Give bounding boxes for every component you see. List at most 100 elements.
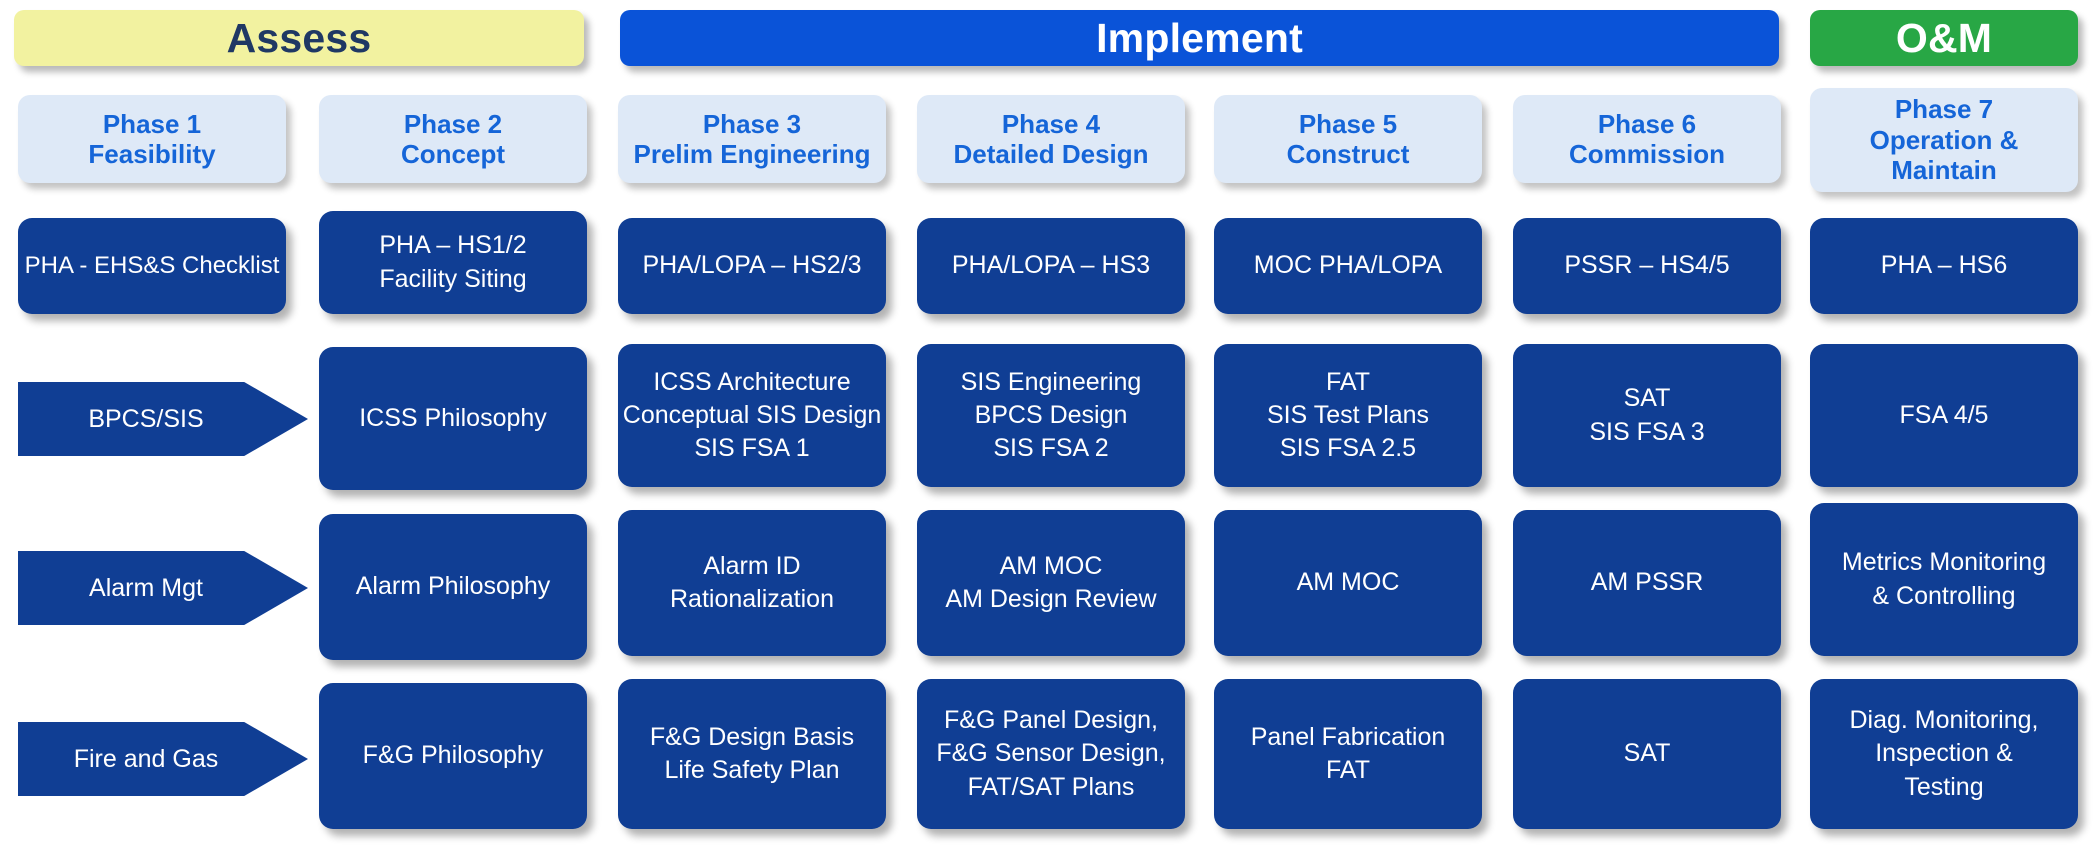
phase-5-number: Phase 5	[1298, 108, 1398, 139]
cell-r3-c6[interactable]: AM PSSR	[1513, 510, 1781, 656]
cell-r2-c3[interactable]: ICSS Architecture Conceptual SIS Design …	[618, 344, 886, 487]
cell-r1-c6[interactable]: PSSR – HS4/5	[1513, 218, 1781, 314]
cell-r2-c6[interactable]: SAT SIS FSA 3	[1513, 344, 1781, 487]
cell-r4-c4-line-1: F&G Panel Design,	[944, 706, 1158, 735]
banner-implement-label: Implement	[1096, 14, 1303, 61]
track-chevron-alarm-mgt-label: Alarm Mgt	[89, 573, 203, 602]
banner-assess[interactable]: Assess	[14, 10, 584, 66]
cell-r4-c7[interactable]: Diag. Monitoring, Inspection & Testing	[1810, 679, 2078, 829]
cell-r4-c4[interactable]: F&G Panel Design, F&G Sensor Design, FAT…	[917, 679, 1185, 829]
cell-r3-c4-line-1: AM MOC	[999, 551, 1103, 580]
track-chevron-fire-and-gas-label: Fire and Gas	[73, 744, 219, 773]
cell-r2-c3-line-3: SIS FSA 1	[694, 434, 810, 463]
cell-r4-c3-line-1: F&G Design Basis	[649, 722, 855, 751]
cell-r4-c7-line-2: Inspection &	[1875, 739, 2013, 768]
cell-r4-c6-line-1: SAT	[1623, 739, 1671, 768]
cell-r1-c4-line-1: PHA/LOPA – HS3	[951, 251, 1151, 280]
cell-r2-c5-line-3: SIS FSA 2.5	[1279, 434, 1417, 463]
cell-r2-c7[interactable]: FSA 4/5	[1810, 344, 2078, 487]
phase-3-name: Prelim Engineering	[633, 139, 871, 169]
cell-r1-c7[interactable]: PHA – HS6	[1810, 218, 2078, 314]
phase-header-7[interactable]: Phase 7 Operation & Maintain	[1810, 88, 2078, 192]
banner-assess-label: Assess	[226, 14, 372, 61]
phase-header-1[interactable]: Phase 1 Feasibility	[18, 95, 286, 183]
cell-r1-c5[interactable]: MOC PHA/LOPA	[1214, 218, 1482, 314]
cell-r4-c7-line-3: Testing	[1904, 772, 1984, 801]
cell-r2-c3-line-2: Conceptual SIS Design	[622, 400, 882, 429]
phase-6-number: Phase 6	[1597, 108, 1697, 139]
cell-r3-c3[interactable]: Alarm ID Rationalization	[618, 510, 886, 656]
phase-header-4[interactable]: Phase 4 Detailed Design	[917, 95, 1185, 183]
cell-r4-c5-line-2: FAT	[1326, 756, 1370, 784]
track-chevron-bpcs-sis-label: BPCS/SIS	[88, 404, 204, 433]
cell-r2-c3-line-1: ICSS Architecture	[653, 367, 851, 396]
cell-r2-c5-line-1: FAT	[1326, 367, 1370, 396]
phase-header-2[interactable]: Phase 2 Concept	[319, 95, 587, 183]
cell-r3-c3-line-2: Rationalization	[670, 585, 834, 613]
track-chevron-alarm-mgt[interactable]: Alarm Mgt	[18, 551, 308, 625]
cell-r3-c2-line-1: Alarm Philosophy	[355, 572, 551, 601]
phase-1-name: Feasibility	[88, 139, 216, 169]
cell-r3-c4-line-2: AM Design Review	[945, 585, 1157, 613]
cell-r1-c7-line-1: PHA – HS6	[1880, 251, 2008, 280]
track-chevron-fire-and-gas[interactable]: Fire and Gas	[18, 722, 308, 796]
cell-r2-c4-line-1: SIS Engineering	[960, 367, 1142, 396]
cell-r1-c6-line-1: PSSR – HS4/5	[1564, 251, 1730, 280]
banner-implement[interactable]: Implement	[620, 10, 1779, 66]
cell-r2-c4-line-2: BPCS Design	[974, 400, 1128, 429]
phase-6-name: Commission	[1568, 139, 1726, 169]
cell-r2-c6-line-1: SAT	[1623, 384, 1671, 413]
phase-4-name: Detailed Design	[953, 139, 1149, 169]
cell-r3-c5-line-1: AM MOC	[1296, 568, 1400, 597]
cell-r4-c4-line-2: F&G Sensor Design,	[936, 739, 1166, 768]
phase-header-5[interactable]: Phase 5 Construct	[1214, 95, 1482, 183]
cell-r1-c5-line-1: MOC PHA/LOPA	[1253, 251, 1443, 280]
track-chevron-bpcs-sis[interactable]: BPCS/SIS	[18, 382, 308, 456]
banner-om-label: O&M	[1895, 14, 1993, 61]
cell-r2-c6-line-2: SIS FSA 3	[1589, 417, 1705, 446]
cell-r3-c6-line-1: AM PSSR	[1590, 568, 1704, 597]
phase-7-number: Phase 7	[1894, 94, 1994, 125]
cell-r2-c2-line-1: ICSS Philosophy	[359, 403, 547, 432]
phase-2-name: Concept	[401, 139, 505, 169]
cell-r3-c2[interactable]: Alarm Philosophy	[319, 514, 587, 660]
cell-r4-c7-line-1: Diag. Monitoring,	[1849, 706, 2039, 735]
cell-r2-c4-line-3: SIS FSA 2	[993, 434, 1109, 463]
cell-r3-c7-line-1: Metrics Monitoring	[1841, 548, 2047, 577]
cell-r4-c5[interactable]: Panel Fabrication FAT	[1214, 679, 1482, 829]
cell-r2-c2[interactable]: ICSS Philosophy	[319, 347, 587, 490]
cell-r4-c2-line-1: F&G Philosophy	[362, 741, 544, 770]
cell-r1-c4[interactable]: PHA/LOPA – HS3	[917, 218, 1185, 314]
cell-r4-c4-line-3: FAT/SAT Plans	[967, 772, 1135, 801]
cell-r3-c4[interactable]: AM MOC AM Design Review	[917, 510, 1185, 656]
phase-header-3[interactable]: Phase 3 Prelim Engineering	[618, 95, 886, 183]
cell-r4-c2[interactable]: F&G Philosophy	[319, 683, 587, 829]
cell-r3-c7[interactable]: Metrics Monitoring & Controlling	[1810, 503, 2078, 656]
cell-r1-c1[interactable]: PHA - EHS&S Checklist	[18, 218, 286, 314]
phase-5-name: Construct	[1286, 139, 1410, 169]
cell-r4-c6[interactable]: SAT	[1513, 679, 1781, 829]
cell-r2-c5[interactable]: FAT SIS Test Plans SIS FSA 2.5	[1214, 344, 1482, 487]
cell-r3-c3-line-1: Alarm ID	[703, 551, 801, 580]
cell-r1-c2[interactable]: PHA – HS1/2 Facility Siting	[319, 211, 587, 314]
phase-2-number: Phase 2	[403, 108, 503, 139]
cell-r1-c2-line-1: PHA – HS1/2	[379, 231, 527, 260]
cell-r1-c1-line-1: PHA - EHS&S Checklist	[24, 252, 280, 280]
cell-r2-c7-line-1: FSA 4/5	[1899, 400, 1989, 429]
cell-r4-c3[interactable]: F&G Design Basis Life Safety Plan	[618, 679, 886, 829]
cell-r1-c3-line-1: PHA/LOPA – HS2/3	[642, 251, 862, 280]
cell-r2-c5-line-2: SIS Test Plans	[1266, 400, 1430, 429]
phase-3-number: Phase 3	[702, 108, 802, 139]
phase-header-6[interactable]: Phase 6 Commission	[1513, 95, 1781, 183]
cell-r4-c3-line-2: Life Safety Plan	[664, 756, 840, 784]
cell-r3-c7-line-2: & Controlling	[1872, 581, 2016, 610]
phase-1-number: Phase 1	[102, 108, 202, 139]
phase-7-name-line-2: Maintain	[1891, 155, 1997, 186]
cell-r3-c5[interactable]: AM MOC	[1214, 510, 1482, 656]
cell-r2-c4[interactable]: SIS Engineering BPCS Design SIS FSA 2	[917, 344, 1185, 487]
lifecycle-matrix-canvas: Assess Implement O&M Phase 1 Feasibility…	[0, 0, 2100, 852]
phase-7-name-line-1: Operation &	[1869, 124, 2019, 155]
cell-r1-c3[interactable]: PHA/LOPA – HS2/3	[618, 218, 886, 314]
banner-om[interactable]: O&M	[1810, 10, 2078, 66]
phase-4-number: Phase 4	[1001, 108, 1101, 139]
